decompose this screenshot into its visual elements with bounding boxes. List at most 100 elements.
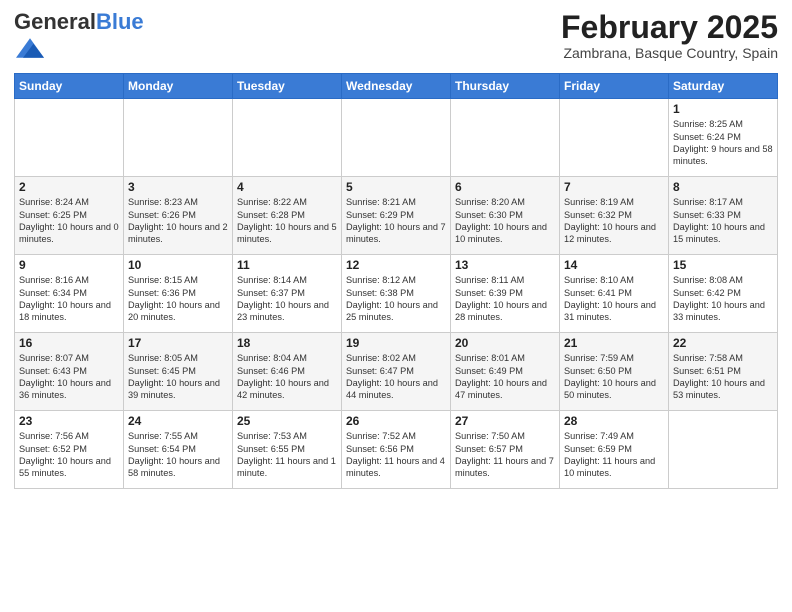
day-info: Sunrise: 8:01 AM Sunset: 6:49 PM Dayligh… — [455, 352, 555, 402]
day-cell: 4 Sunrise: 8:22 AM Sunset: 6:28 PM Daylig… — [233, 177, 342, 255]
day-number: 10 — [128, 258, 228, 272]
day-number: 17 — [128, 336, 228, 350]
day-cell: 6Sunrise: 8:20 AM Sunset: 6:30 PM Daylig… — [451, 177, 560, 255]
day-number: 14 — [564, 258, 664, 272]
logo: GeneralBlue — [14, 10, 144, 67]
day-number: 20 — [455, 336, 555, 350]
day-cell: 25 Sunrise: 7:53 AM Sunset: 6:55 PM Dayli… — [233, 411, 342, 489]
day-number: 4 — [237, 180, 337, 194]
calendar: SundayMondayTuesdayWednesdayThursdayFrid… — [14, 73, 778, 489]
day-cell: 7 Sunrise: 8:19 AM Sunset: 6:32 PM Daylig… — [560, 177, 669, 255]
weekday-header-monday: Monday — [124, 74, 233, 99]
day-info: Sunrise: 7:53 AM Sunset: 6:55 PM Dayligh… — [237, 430, 337, 480]
day-info: Sunrise: 7:49 AM Sunset: 6:59 PM Dayligh… — [564, 430, 664, 480]
day-info: Sunrise: 8:12 AM Sunset: 6:38 PM Dayligh… — [346, 274, 446, 324]
day-info: Sunrise: 7:52 AM Sunset: 6:56 PM Dayligh… — [346, 430, 446, 480]
page: GeneralBlue February 2025 Zambrana, Basq… — [0, 0, 792, 612]
day-info: Sunrise: 8:17 AM Sunset: 6:33 PM Dayligh… — [673, 196, 773, 246]
day-cell: 27 Sunrise: 7:50 AM Sunset: 6:57 PM Dayli… — [451, 411, 560, 489]
day-cell: 18Sunrise: 8:04 AM Sunset: 6:46 PM Dayli… — [233, 333, 342, 411]
day-cell: 22 Sunrise: 7:58 AM Sunset: 6:51 PM Dayli… — [669, 333, 778, 411]
day-number: 2 — [19, 180, 119, 194]
day-number: 21 — [564, 336, 664, 350]
day-number: 5 — [346, 180, 446, 194]
day-cell: 14 Sunrise: 8:10 AM Sunset: 6:41 PM Dayli… — [560, 255, 669, 333]
logo-text: GeneralBlue — [14, 10, 144, 34]
day-info: Sunrise: 8:15 AM Sunset: 6:36 PM Dayligh… — [128, 274, 228, 324]
day-info: Sunrise: 8:23 AM Sunset: 6:26 PM Dayligh… — [128, 196, 228, 246]
day-cell — [560, 99, 669, 177]
day-cell — [451, 99, 560, 177]
day-number: 22 — [673, 336, 773, 350]
day-cell — [15, 99, 124, 177]
day-number: 15 — [673, 258, 773, 272]
week-row-0: 1 Sunrise: 8:25 AM Sunset: 6:24 PM Daylig… — [15, 99, 778, 177]
day-number: 26 — [346, 414, 446, 428]
day-cell: 15 Sunrise: 8:08 AM Sunset: 6:42 PM Dayli… — [669, 255, 778, 333]
day-cell: 13 Sunrise: 8:11 AM Sunset: 6:39 PM Dayli… — [451, 255, 560, 333]
day-number: 18 — [237, 336, 337, 350]
day-cell: 26 Sunrise: 7:52 AM Sunset: 6:56 PM Dayli… — [342, 411, 451, 489]
day-cell — [669, 411, 778, 489]
logo-icon — [16, 34, 44, 62]
day-info: Sunrise: 7:59 AM Sunset: 6:50 PM Dayligh… — [564, 352, 664, 402]
day-cell: 28 Sunrise: 7:49 AM Sunset: 6:59 PM Dayli… — [560, 411, 669, 489]
day-cell: 3 Sunrise: 8:23 AM Sunset: 6:26 PM Daylig… — [124, 177, 233, 255]
day-cell — [124, 99, 233, 177]
logo-general: General — [14, 9, 96, 34]
day-cell: 12 Sunrise: 8:12 AM Sunset: 6:38 PM Dayli… — [342, 255, 451, 333]
day-info: Sunrise: 7:55 AM Sunset: 6:54 PM Dayligh… — [128, 430, 228, 480]
day-cell: 9Sunrise: 8:16 AM Sunset: 6:34 PM Daylig… — [15, 255, 124, 333]
day-info: Sunrise: 7:58 AM Sunset: 6:51 PM Dayligh… — [673, 352, 773, 402]
day-number: 27 — [455, 414, 555, 428]
month-title: February 2025 — [561, 10, 778, 45]
day-number: 25 — [237, 414, 337, 428]
day-info: Sunrise: 8:02 AM Sunset: 6:47 PM Dayligh… — [346, 352, 446, 402]
day-info: Sunrise: 8:05 AM Sunset: 6:45 PM Dayligh… — [128, 352, 228, 402]
day-info: Sunrise: 8:21 AM Sunset: 6:29 PM Dayligh… — [346, 196, 446, 246]
weekday-header-friday: Friday — [560, 74, 669, 99]
day-number: 7 — [564, 180, 664, 194]
day-number: 13 — [455, 258, 555, 272]
day-number: 3 — [128, 180, 228, 194]
day-cell — [233, 99, 342, 177]
day-number: 23 — [19, 414, 119, 428]
day-info: Sunrise: 8:08 AM Sunset: 6:42 PM Dayligh… — [673, 274, 773, 324]
week-row-3: 16Sunrise: 8:07 AM Sunset: 6:43 PM Dayli… — [15, 333, 778, 411]
logo-blue: Blue — [96, 9, 144, 34]
day-info: Sunrise: 8:11 AM Sunset: 6:39 PM Dayligh… — [455, 274, 555, 324]
day-number: 11 — [237, 258, 337, 272]
day-cell: 17 Sunrise: 8:05 AM Sunset: 6:45 PM Dayli… — [124, 333, 233, 411]
day-number: 9 — [19, 258, 119, 272]
day-number: 28 — [564, 414, 664, 428]
day-number: 16 — [19, 336, 119, 350]
weekday-header-row: SundayMondayTuesdayWednesdayThursdayFrid… — [15, 74, 778, 99]
day-cell: 21 Sunrise: 7:59 AM Sunset: 6:50 PM Dayli… — [560, 333, 669, 411]
day-number: 8 — [673, 180, 773, 194]
week-row-2: 9Sunrise: 8:16 AM Sunset: 6:34 PM Daylig… — [15, 255, 778, 333]
weekday-header-saturday: Saturday — [669, 74, 778, 99]
day-info: Sunrise: 8:14 AM Sunset: 6:37 PM Dayligh… — [237, 274, 337, 324]
day-info: Sunrise: 8:22 AM Sunset: 6:28 PM Dayligh… — [237, 196, 337, 246]
day-number: 6 — [455, 180, 555, 194]
day-cell: 8 Sunrise: 8:17 AM Sunset: 6:33 PM Daylig… — [669, 177, 778, 255]
weekday-header-sunday: Sunday — [15, 74, 124, 99]
day-cell: 11 Sunrise: 8:14 AM Sunset: 6:37 PM Dayli… — [233, 255, 342, 333]
day-cell: 20 Sunrise: 8:01 AM Sunset: 6:49 PM Dayli… — [451, 333, 560, 411]
weekday-header-tuesday: Tuesday — [233, 74, 342, 99]
day-cell: 10 Sunrise: 8:15 AM Sunset: 6:36 PM Dayli… — [124, 255, 233, 333]
day-number: 19 — [346, 336, 446, 350]
week-row-4: 23Sunrise: 7:56 AM Sunset: 6:52 PM Dayli… — [15, 411, 778, 489]
day-info: Sunrise: 8:25 AM Sunset: 6:24 PM Dayligh… — [673, 118, 773, 168]
location: Zambrana, Basque Country, Spain — [561, 45, 778, 61]
day-number: 1 — [673, 102, 773, 116]
day-cell — [342, 99, 451, 177]
day-cell: 23Sunrise: 7:56 AM Sunset: 6:52 PM Dayli… — [15, 411, 124, 489]
day-info: Sunrise: 8:19 AM Sunset: 6:32 PM Dayligh… — [564, 196, 664, 246]
day-number: 12 — [346, 258, 446, 272]
day-cell: 16Sunrise: 8:07 AM Sunset: 6:43 PM Dayli… — [15, 333, 124, 411]
day-cell: 19 Sunrise: 8:02 AM Sunset: 6:47 PM Dayli… — [342, 333, 451, 411]
day-info: Sunrise: 8:10 AM Sunset: 6:41 PM Dayligh… — [564, 274, 664, 324]
day-info: Sunrise: 8:24 AM Sunset: 6:25 PM Dayligh… — [19, 196, 119, 246]
day-info: Sunrise: 7:50 AM Sunset: 6:57 PM Dayligh… — [455, 430, 555, 480]
